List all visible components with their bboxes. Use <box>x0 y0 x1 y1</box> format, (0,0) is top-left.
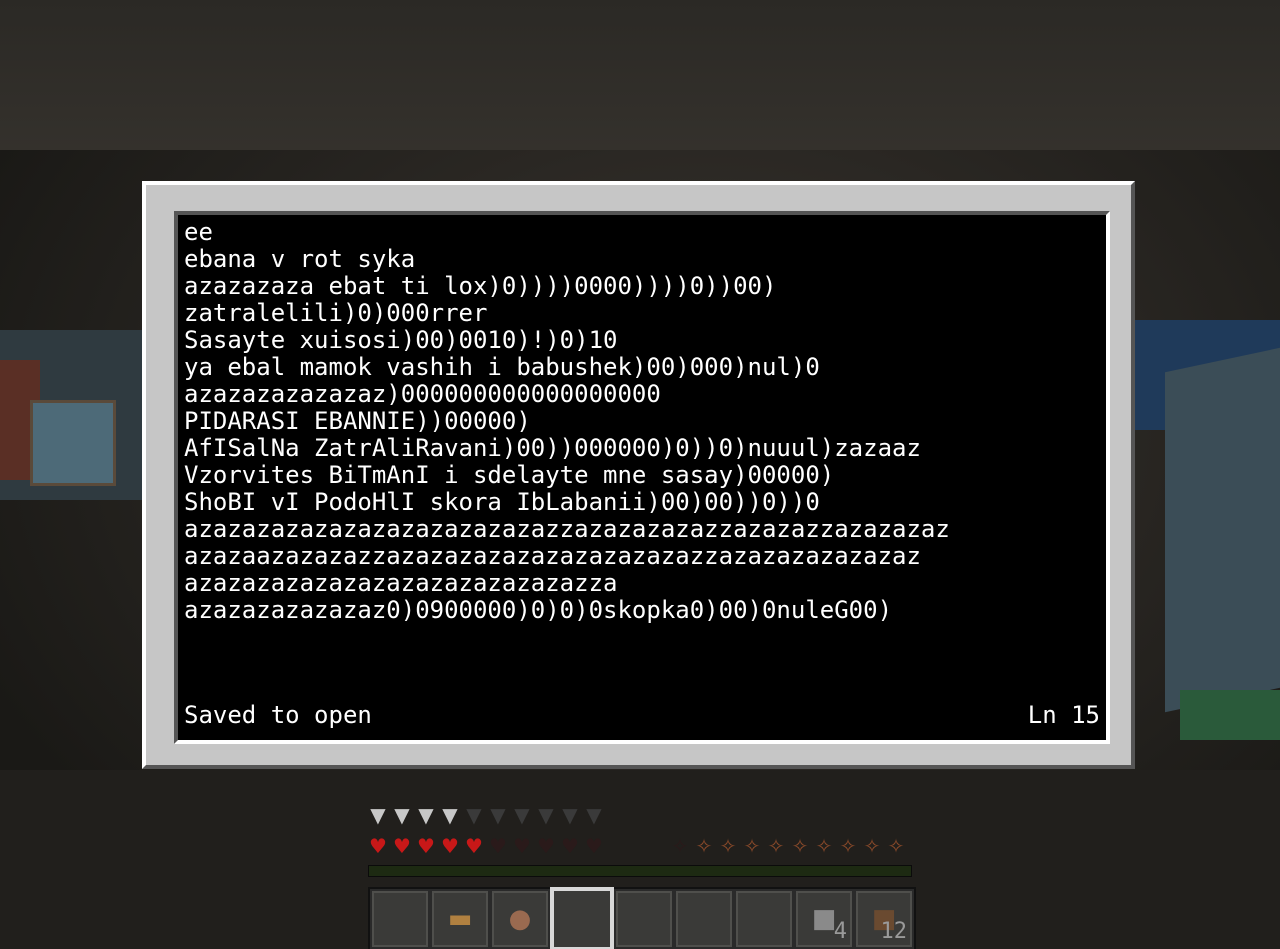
hotbar-slot[interactable] <box>676 891 732 947</box>
experience-bar <box>368 865 912 877</box>
hotbar-slot[interactable] <box>616 891 672 947</box>
terminal-line: azazazazazazazazazazazazazazza <box>184 570 618 597</box>
computer-terminal-frame: ee ebana v rot syka azazazaza ebat ti lox)… <box>142 181 1135 769</box>
terminal-status-bar: Saved to open Ln 15 <box>184 700 1100 730</box>
heart-icon: ♥ <box>585 834 603 858</box>
terminal-line: azazazazazazaz0)0900000)0)0)0skopka0)00)… <box>184 597 893 624</box>
drumstick-icon: ✧ <box>815 834 833 858</box>
hotbar: ▬ ● ■ 4 ■ 12 <box>368 887 916 949</box>
game-scene: ee ebana v rot syka azazazaza ebat ti lox)… <box>0 0 1280 949</box>
background-glass-pane <box>1165 347 1280 713</box>
terminal-line: PIDARASI EBANNIE))00000) <box>184 408 531 435</box>
terminal-line: ebana v rot syka <box>184 246 416 273</box>
terminal-line: azazazaza ebat ti lox)0))))0000))))0))00… <box>184 273 777 300</box>
chestplate-icon: ▼ <box>538 803 554 827</box>
chestplate-icon: ▼ <box>418 803 434 827</box>
bread-icon: ▬ <box>447 904 473 934</box>
drumstick-icon: ✧ <box>695 834 713 858</box>
heart-icon: ♥ <box>561 834 579 858</box>
background-ceiling <box>0 0 1280 150</box>
chestplate-icon: ▼ <box>442 803 458 827</box>
line-number-indicator: Ln 15 <box>1027 701 1100 729</box>
chestplate-icon: ▼ <box>394 803 410 827</box>
terminal-screen[interactable]: ee ebana v rot syka azazazaza ebat ti lox)… <box>174 211 1110 744</box>
hotbar-slot[interactable]: ■ 12 <box>856 891 912 947</box>
hotbar-slot[interactable]: ▬ <box>432 891 488 947</box>
chestplate-icon: ▼ <box>586 803 602 827</box>
heart-icon: ♥ <box>489 834 507 858</box>
terminal-line: zatralelili)0)000rrer <box>184 300 488 327</box>
terminal-line: AfISalNa ZatrAliRavani)00))000000)0))0)n… <box>184 435 921 462</box>
terminal-text-area[interactable]: ee ebana v rot syka azazazaza ebat ti lox)… <box>184 219 1104 624</box>
terminal-line: Vzorvites BiTmAnI i sdelayte mne sasay)0… <box>184 462 835 489</box>
chestplate-icon: ▼ <box>466 803 482 827</box>
drumstick-icon: ✧ <box>791 834 809 858</box>
heart-icon: ♥ <box>465 834 483 858</box>
hunger-bar: ✧ ✧ ✧ ✧ ✧ ✧ ✧ ✧ ✧ ✧ <box>670 836 910 856</box>
armor-bar: ▼ ▼ ▼ ▼ ▼ ▼ ▼ ▼ ▼ ▼ <box>368 805 608 825</box>
heart-icon: ♥ <box>393 834 411 858</box>
hotbar-slot[interactable]: ● <box>492 891 548 947</box>
drumstick-icon: ✧ <box>743 834 761 858</box>
chestplate-icon: ▼ <box>514 803 530 827</box>
hotbar-slot[interactable] <box>550 887 614 949</box>
heart-icon: ♥ <box>441 834 459 858</box>
background-window <box>30 400 116 486</box>
save-status-text: Saved to open <box>184 701 372 729</box>
terminal-line: ShoBI vI PodoHlI skora IbLabanii)00)00))… <box>184 489 820 516</box>
terminal-line: azazazazazazazazazazazazazzazazazazazzaz… <box>184 516 950 543</box>
drumstick-icon: ✧ <box>839 834 857 858</box>
heart-icon: ♥ <box>537 834 555 858</box>
drumstick-icon: ✧ <box>719 834 737 858</box>
drumstick-icon: ✧ <box>887 834 905 858</box>
heart-icon: ♥ <box>369 834 387 858</box>
item-count: 12 <box>880 919 908 944</box>
terminal-line: Sasayte xuisosi)00)0010)!)0)10 <box>184 327 618 354</box>
terminal-line: ya ebal mamok vashih i babushek)00)000)n… <box>184 354 820 381</box>
drumstick-icon: ✧ <box>767 834 785 858</box>
heart-icon: ♥ <box>417 834 435 858</box>
stone-block-icon: ■ <box>811 904 837 934</box>
item-count: 4 <box>833 919 847 944</box>
hotbar-slot[interactable] <box>372 891 428 947</box>
porkchop-icon: ● <box>508 904 532 934</box>
chestplate-icon: ▼ <box>490 803 506 827</box>
health-bar: ♥ ♥ ♥ ♥ ♥ ♥ ♥ ♥ ♥ ♥ <box>368 836 608 856</box>
heart-icon: ♥ <box>513 834 531 858</box>
chestplate-icon: ▼ <box>370 803 386 827</box>
hotbar-slot[interactable]: ■ 4 <box>796 891 852 947</box>
drumstick-icon: ✧ <box>671 834 689 858</box>
terminal-line: azazazazazazaz)000000000000000000 <box>184 381 661 408</box>
background-green-block <box>1180 690 1280 740</box>
terminal-line: ee <box>184 219 213 246</box>
drumstick-icon: ✧ <box>863 834 881 858</box>
hotbar-slot[interactable] <box>736 891 792 947</box>
terminal-line: azazaazazazazzazazazazazazazazazazazzaza… <box>184 543 921 570</box>
chestplate-icon: ▼ <box>562 803 578 827</box>
